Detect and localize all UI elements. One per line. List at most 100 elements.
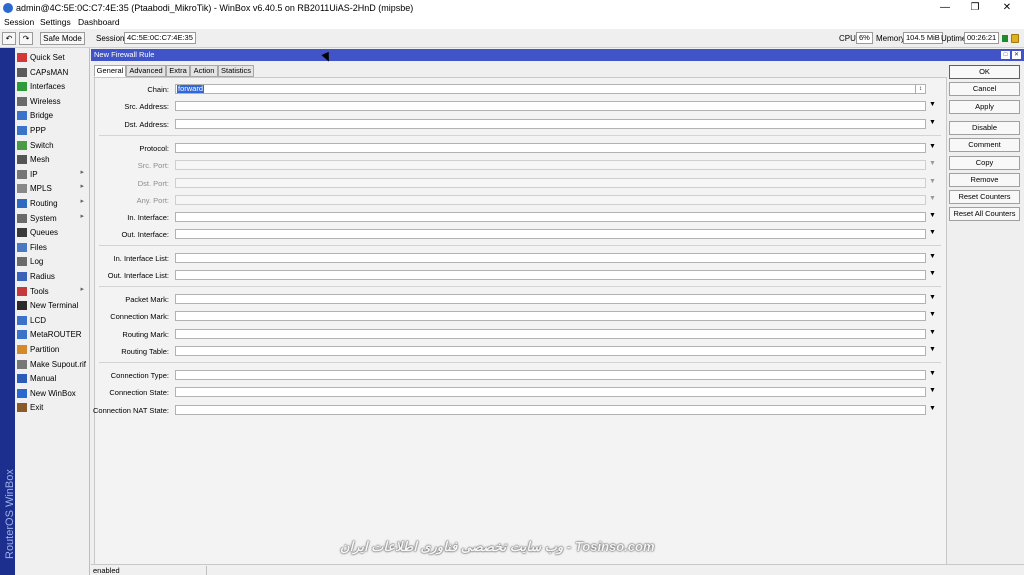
- connection-state-field[interactable]: [175, 387, 926, 397]
- src-address-dropdown-icon[interactable]: ▼: [929, 101, 936, 108]
- sidebar-item-label: Mesh: [30, 155, 50, 165]
- out-interface-list-dropdown-icon[interactable]: ▼: [929, 270, 936, 277]
- sidebar-item-system[interactable]: System ▸: [15, 212, 90, 226]
- minimize-button[interactable]: —: [930, 0, 960, 16]
- chain-field[interactable]: forward ↕: [175, 84, 926, 94]
- chain-dropdown-icon[interactable]: ↕: [915, 85, 925, 94]
- routing-table-dropdown-icon[interactable]: ▼: [929, 346, 936, 353]
- maximize-button[interactable]: ❐: [960, 0, 990, 16]
- copy-button[interactable]: Copy: [949, 156, 1020, 170]
- connection-mark-label: Connection Mark:: [110, 312, 169, 321]
- sidebar-item-label: Queues: [30, 228, 59, 238]
- menu-session[interactable]: Session: [4, 17, 34, 27]
- status-bar: enabled: [91, 564, 1024, 575]
- routing-table-label: Routing Table:: [121, 347, 169, 356]
- close-window-button[interactable]: ✕: [992, 0, 1022, 16]
- sidebar-item-radius[interactable]: Radius: [15, 270, 90, 284]
- sidebar-item-tools[interactable]: Tools ▸: [15, 285, 90, 299]
- sidebar-item-mesh[interactable]: Mesh: [15, 153, 90, 167]
- sidebar-item-interfaces[interactable]: Interfaces: [15, 80, 90, 94]
- sidebar-item-partition[interactable]: Partition: [15, 343, 90, 357]
- packet-mark-field[interactable]: [175, 294, 926, 304]
- out-interface-field[interactable]: [175, 229, 926, 239]
- dst-address-dropdown-icon[interactable]: ▼: [929, 119, 936, 126]
- apply-button[interactable]: Apply: [949, 100, 1020, 114]
- routing-mark-dropdown-icon[interactable]: ▼: [929, 329, 936, 336]
- sidebar-item-label: Wireless: [30, 96, 61, 106]
- ok-button[interactable]: OK: [949, 65, 1020, 79]
- tab-statistics[interactable]: Statistics: [218, 65, 254, 77]
- connection-nat-state-dropdown-icon[interactable]: ▼: [929, 405, 936, 412]
- dialog-close-icon[interactable]: ✕: [1012, 51, 1021, 59]
- packet-mark-dropdown-icon[interactable]: ▼: [929, 294, 936, 301]
- tab-extra[interactable]: Extra: [166, 65, 190, 77]
- sidebar-item-make-supout-rif[interactable]: Make Supout.rif: [15, 358, 90, 372]
- sidebar-item-ip[interactable]: IP ▸: [15, 168, 90, 182]
- src-address-field[interactable]: [175, 101, 926, 111]
- tab-general[interactable]: General: [94, 65, 126, 77]
- dst-port-label: Dst. Port:: [137, 179, 169, 188]
- sidebar-item-new-winbox[interactable]: New WinBox: [15, 387, 90, 401]
- src-address-label: Src. Address:: [124, 102, 169, 111]
- connection-nat-state-field[interactable]: [175, 405, 926, 415]
- routing-mark-field[interactable]: [175, 329, 926, 339]
- redo-button[interactable]: ↷: [19, 32, 33, 45]
- disable-button[interactable]: Disable: [949, 121, 1020, 135]
- interfaces-icon: [17, 82, 27, 92]
- any-port-dropdown-icon: ▼: [929, 195, 936, 202]
- protocol-dropdown-icon[interactable]: ▼: [929, 143, 936, 150]
- routing-table-field[interactable]: [175, 346, 926, 356]
- sidebar-item-label: Exit: [30, 403, 44, 413]
- sidebar-item-label: Quick Set: [30, 53, 65, 62]
- sidebar-item-exit[interactable]: Exit: [15, 401, 90, 415]
- comment-button[interactable]: Comment: [949, 138, 1020, 152]
- in-interface-dropdown-icon[interactable]: ▼: [929, 212, 936, 219]
- connection-mark-field[interactable]: [175, 311, 926, 321]
- in-interface-field[interactable]: [175, 212, 926, 222]
- menu-dashboard[interactable]: Dashboard: [78, 17, 120, 27]
- cancel-button[interactable]: Cancel: [949, 82, 1020, 96]
- connection-mark-dropdown-icon[interactable]: ▼: [929, 311, 936, 318]
- connection-type-field[interactable]: [175, 370, 926, 380]
- remove-button[interactable]: Remove: [949, 173, 1020, 187]
- undo-button[interactable]: ↶: [2, 32, 16, 45]
- sidebar-item-bridge[interactable]: Bridge: [15, 109, 90, 123]
- menu-settings[interactable]: Settings: [40, 17, 71, 27]
- reset-counters-button[interactable]: Reset Counters: [949, 190, 1020, 204]
- sidebar-item-lcd[interactable]: LCD: [15, 314, 90, 328]
- sidebar-item-label: Log: [30, 257, 44, 267]
- tab-action[interactable]: Action: [190, 65, 218, 77]
- files-icon: [17, 242, 27, 252]
- src-port-field: [175, 160, 926, 170]
- sidebar-item-metarouter[interactable]: MetaROUTER: [15, 328, 90, 342]
- sidebar-item-mpls[interactable]: MPLS ▸: [15, 182, 90, 196]
- sidebar-item-queues[interactable]: Queues: [15, 226, 90, 240]
- tab-advanced[interactable]: Advanced: [126, 65, 166, 77]
- memory-value: 104.5 MiB: [903, 32, 943, 44]
- sidebar-item-log[interactable]: Log: [15, 255, 90, 269]
- cpu-value: 6%: [856, 32, 873, 44]
- sidebar-item-files[interactable]: Files: [15, 241, 90, 255]
- sidebar-item-routing[interactable]: Routing ▸: [15, 197, 90, 211]
- in-interface-list-dropdown-icon[interactable]: ▼: [929, 253, 936, 260]
- out-interface-list-field[interactable]: [175, 270, 926, 280]
- out-interface-dropdown-icon[interactable]: ▼: [929, 229, 936, 236]
- safe-mode-button[interactable]: Safe Mode: [40, 32, 85, 45]
- main-toolbar: ↶ ↷ Safe Mode Session: 4C:5E:0C:C7:4E:35…: [0, 29, 1024, 48]
- in-interface-label: In. Interface:: [127, 213, 169, 222]
- connection-type-dropdown-icon[interactable]: ▼: [929, 370, 936, 377]
- sidebar-item-manual[interactable]: Manual: [15, 372, 90, 386]
- sidebar-item-ppp[interactable]: PPP: [15, 124, 90, 138]
- queues-icon: [17, 228, 27, 238]
- sidebar-item-switch[interactable]: Switch: [15, 139, 90, 153]
- connection-state-dropdown-icon[interactable]: ▼: [929, 387, 936, 394]
- dst-address-field[interactable]: [175, 119, 926, 129]
- sidebar-item-new-terminal[interactable]: New Terminal: [15, 299, 90, 313]
- reset-all-counters-button[interactable]: Reset All Counters: [949, 207, 1020, 221]
- protocol-field[interactable]: [175, 143, 926, 153]
- sidebar-item-quick-set[interactable]: Quick Set: [15, 51, 90, 65]
- in-interface-list-field[interactable]: [175, 253, 926, 263]
- dialog-restore-icon[interactable]: □: [1001, 51, 1010, 59]
- sidebar-item-capsman[interactable]: CAPsMAN: [15, 66, 90, 80]
- sidebar-item-wireless[interactable]: Wireless: [15, 95, 90, 109]
